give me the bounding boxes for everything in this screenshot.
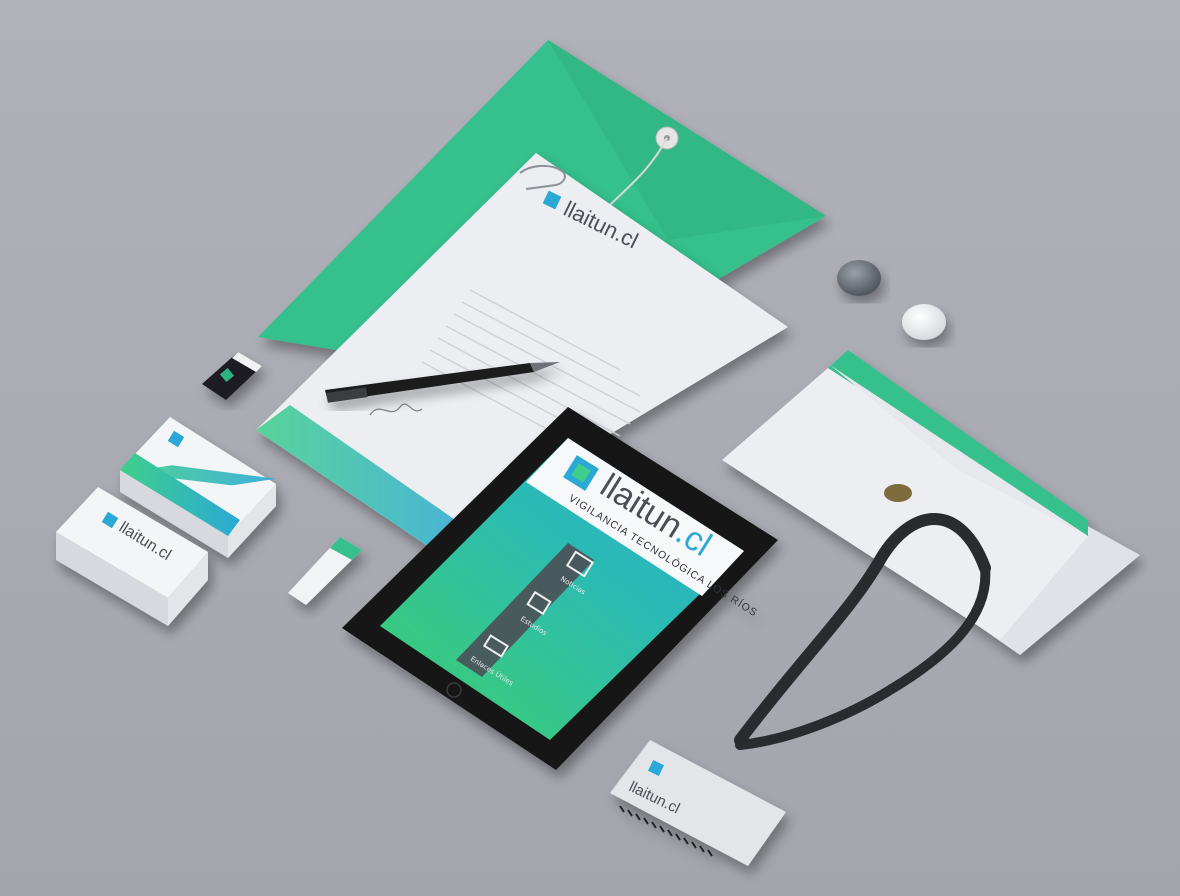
stationery-mockup-scene: llaitun.cl llaitun.cl llaitun.cl VIGILAN…: [0, 0, 1180, 896]
pin-badge-light: [902, 304, 946, 340]
pin-badge-dark: [837, 260, 881, 296]
envelope-seal: [884, 484, 912, 502]
